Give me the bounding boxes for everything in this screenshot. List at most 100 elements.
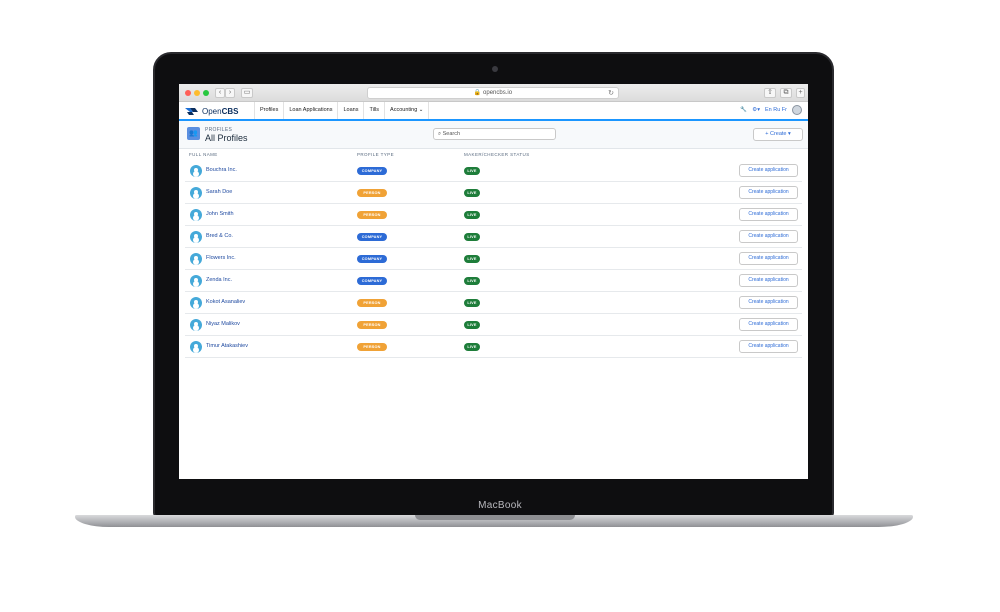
table-row[interactable]: Zenda Inc. COMPANY LIVE Create application [185, 270, 802, 292]
reload-icon[interactable]: ↻ [608, 88, 614, 99]
nav-item-profiles[interactable]: Profiles [254, 102, 285, 119]
screen: ‹ › ▭ 🔒 opencbs.io ↻ ⇧ ⧉ + OpenCBS Profi… [179, 84, 808, 479]
create-button[interactable]: + Create ▾ [753, 128, 803, 141]
status-badge: LIVE [464, 167, 480, 175]
column-header-full-name[interactable]: FULL NAME [189, 152, 218, 157]
profile-avatar-icon [190, 319, 202, 331]
search-input[interactable]: ⌕ Search [433, 128, 556, 140]
profile-name-link[interactable]: Flowers Inc. [206, 255, 236, 261]
profile-name-link[interactable]: Sarah Doe [206, 189, 232, 195]
table-header: FULL NAME PROFILE TYPE MAKER/CHECKER STA… [185, 150, 802, 160]
url-text: opencbs.io [483, 90, 513, 96]
profile-name-link[interactable]: Niyaz Malikov [206, 321, 240, 327]
status-badge: LIVE [464, 211, 480, 219]
back-button[interactable]: ‹ [215, 88, 225, 98]
profile-name-link[interactable]: Timur Atakashiev [206, 343, 248, 349]
table-row[interactable]: Niyaz Malikov PERSON LIVE Create applicatio… [185, 314, 802, 336]
create-application-button[interactable]: Create application [739, 296, 798, 309]
column-header-status[interactable]: MAKER/CHECKER STATUS [464, 152, 530, 157]
opencbs-logo-icon [185, 108, 198, 115]
column-header-profile-type[interactable]: PROFILE TYPE [357, 152, 394, 157]
nav-right: 🔧 ⚙▾ En Ru Fr [740, 105, 802, 115]
create-application-button[interactable]: Create application [739, 318, 798, 331]
create-application-button[interactable]: Create application [739, 164, 798, 177]
plus-icon: + [765, 131, 769, 137]
tabs-icon[interactable]: ⧉ [780, 88, 792, 98]
table-row[interactable]: Bouchra Inc. COMPANY LIVE Create applicatio… [185, 160, 802, 182]
zoom-window-button[interactable] [203, 90, 209, 96]
profile-avatar-icon [190, 231, 202, 243]
profile-name-link[interactable]: Bouchra Inc. [206, 167, 237, 173]
nav-item-tills[interactable]: Tills [364, 102, 386, 119]
profile-name-link[interactable]: Bred & Co. [206, 233, 233, 239]
profile-avatar-icon [190, 275, 202, 287]
profile-avatar-icon [190, 297, 202, 309]
create-application-button[interactable]: Create application [739, 208, 798, 221]
laptop-notch [415, 515, 575, 520]
chevron-down-icon: ⌄ [418, 107, 424, 113]
sidebar-toggle-icon[interactable]: ▭ [241, 88, 253, 98]
nav-item-accounting-label: Accounting [390, 107, 418, 113]
close-window-button[interactable] [185, 90, 191, 96]
nav-menu: Profiles Loan Applications Loans Tills A… [254, 102, 430, 119]
status-badge: LIVE [464, 277, 480, 285]
create-application-button[interactable]: Create application [739, 186, 798, 199]
profile-avatar-icon [190, 165, 202, 177]
profile-type-badge: COMPANY [357, 233, 387, 241]
table-row[interactable]: Sarah Doe PERSON LIVE Create application [185, 182, 802, 204]
profile-avatar-icon [190, 209, 202, 221]
table-body: Bouchra Inc. COMPANY LIVE Create applicatio… [185, 160, 802, 358]
status-badge: LIVE [464, 299, 480, 307]
language-switcher[interactable]: En Ru Fr [765, 107, 787, 113]
user-avatar[interactable] [792, 105, 802, 115]
profile-type-badge: PERSON [357, 211, 387, 219]
table-row[interactable]: John Smith PERSON LIVE Create application [185, 204, 802, 226]
lock-icon: 🔒 [473, 90, 484, 96]
profile-type-badge: COMPANY [357, 167, 387, 175]
app-navbar: OpenCBS Profiles Loan Applications Loans… [179, 102, 808, 121]
table-row[interactable]: Flowers Inc. COMPANY LIVE Create applicatio… [185, 248, 802, 270]
address-bar[interactable]: 🔒 opencbs.io ↻ [367, 87, 619, 99]
create-application-button[interactable]: Create application [739, 340, 798, 353]
profile-name-link[interactable]: Kokot Asanaliev [206, 299, 245, 305]
profile-type-badge: PERSON [357, 189, 387, 197]
new-tab-icon[interactable]: + [796, 88, 805, 98]
nav-item-accounting[interactable]: Accounting ⌄ [385, 102, 430, 119]
camera [492, 66, 498, 72]
create-application-button[interactable]: Create application [739, 230, 798, 243]
share-icon[interactable]: ⇧ [764, 88, 776, 98]
profile-type-badge: PERSON [357, 343, 387, 351]
profile-type-badge: COMPANY [357, 277, 387, 285]
status-badge: LIVE [464, 255, 480, 263]
opencbs-logo[interactable]: OpenCBS [185, 106, 238, 116]
create-label: Create [769, 131, 787, 137]
forward-button[interactable]: › [225, 88, 235, 98]
browser-toolbar: ‹ › ▭ 🔒 opencbs.io ↻ ⇧ ⧉ + [179, 84, 808, 102]
profiles-table: FULL NAME PROFILE TYPE MAKER/CHECKER STA… [185, 150, 802, 358]
table-row[interactable]: Kokot Asanaliev PERSON LIVE Create applicat… [185, 292, 802, 314]
search-icon: ⌕ [438, 131, 442, 137]
table-row[interactable]: Bred & Co. COMPANY LIVE Create application [185, 226, 802, 248]
device-brand: MacBook [478, 500, 522, 511]
profile-avatar-icon [190, 253, 202, 265]
nav-item-loan-applications[interactable]: Loan Applications [284, 102, 339, 119]
nav-item-loans[interactable]: Loans [338, 102, 365, 119]
create-application-button[interactable]: Create application [739, 252, 798, 265]
table-row[interactable]: Timur Atakashiev PERSON LIVE Create applica… [185, 336, 802, 358]
gear-icon[interactable]: ⚙▾ [752, 107, 760, 113]
stage: ‹ › ▭ 🔒 opencbs.io ↻ ⇧ ⧉ + OpenCBS Profi… [0, 0, 1000, 612]
create-application-button[interactable]: Create application [739, 274, 798, 287]
status-badge: LIVE [464, 343, 480, 351]
profile-avatar-icon [190, 341, 202, 353]
profile-name-link[interactable]: John Smith [206, 211, 234, 217]
minimize-window-button[interactable] [194, 90, 200, 96]
wrench-icon[interactable]: 🔧 [740, 107, 747, 113]
status-badge: LIVE [464, 233, 480, 241]
profile-type-badge: PERSON [357, 321, 387, 329]
profile-name-link[interactable]: Zenda Inc. [206, 277, 232, 283]
caret-down-icon: ▾ [788, 131, 791, 137]
profile-type-badge: PERSON [357, 299, 387, 307]
profiles-icon: 👥 [187, 127, 200, 140]
logo-suffix: CBS [221, 107, 239, 116]
page-header: 👥 PROFILES All Profiles ⌕ Search + Creat… [179, 121, 808, 149]
